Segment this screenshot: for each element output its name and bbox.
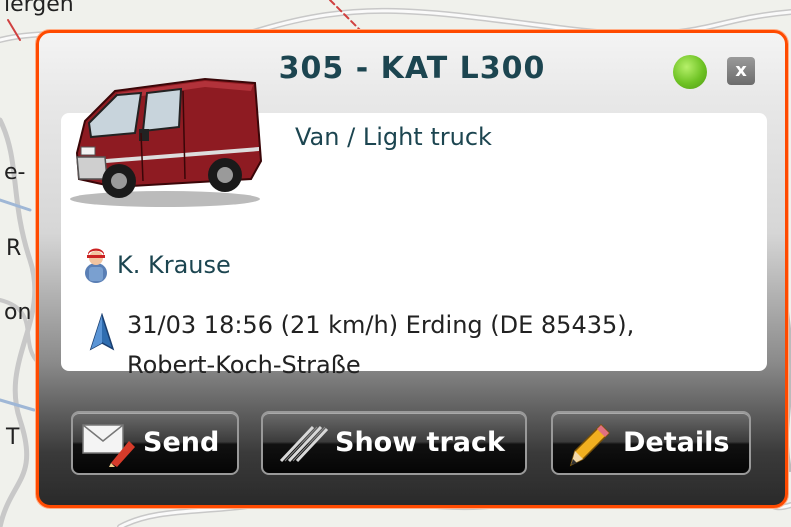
map-label: e- bbox=[4, 160, 26, 185]
map-label: R bbox=[6, 236, 22, 261]
map-label: T bbox=[6, 425, 20, 450]
vehicle-details-panel: Van / Light truck K. Krause 31/03 18:56 … bbox=[61, 77, 767, 379]
position-text: 31/03 18:56 (21 km/h) Erding (DE 85435), bbox=[127, 311, 635, 339]
direction-arrow-icon bbox=[89, 313, 115, 351]
send-button[interactable]: Send bbox=[71, 411, 239, 475]
position-street: Robert-Koch-Straße bbox=[127, 351, 361, 379]
person-icon bbox=[85, 248, 107, 283]
send-button-label: Send bbox=[143, 427, 220, 458]
map-label: lergen bbox=[4, 0, 74, 17]
van-icon bbox=[70, 77, 263, 207]
vehicle-type-label: Van / Light truck bbox=[295, 123, 492, 151]
envelope-icon bbox=[82, 424, 135, 467]
show-track-button[interactable]: Show track bbox=[261, 411, 527, 475]
driver-name: K. Krause bbox=[117, 251, 231, 279]
details-button-label: Details bbox=[623, 427, 730, 458]
vehicle-info-popup: 305 - KAT L300 x Van / Light truck K. Kr… bbox=[36, 30, 788, 508]
map-label: on bbox=[4, 300, 32, 325]
track-lines-icon bbox=[279, 425, 329, 463]
show-track-button-label: Show track bbox=[335, 427, 505, 458]
close-button[interactable]: x bbox=[727, 57, 755, 85]
details-button[interactable]: Details bbox=[551, 411, 751, 475]
pencil-icon bbox=[569, 423, 611, 467]
status-indicator-icon bbox=[673, 55, 707, 89]
